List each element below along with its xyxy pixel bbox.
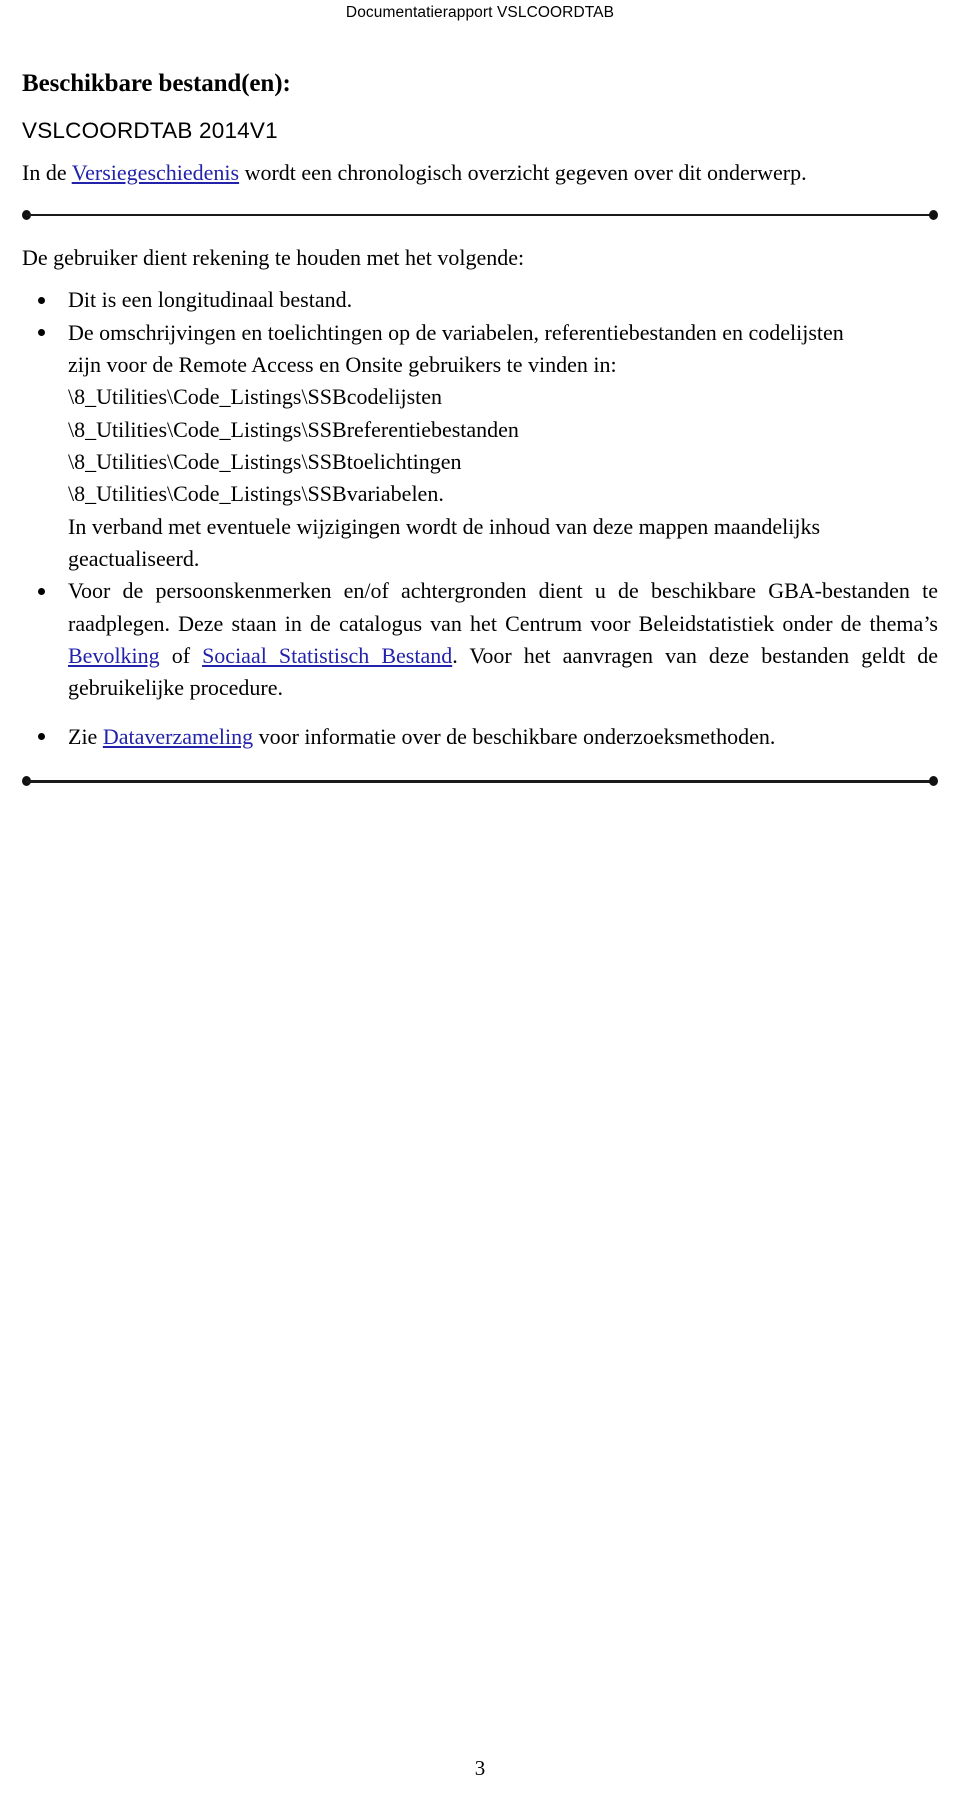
page-number: 3	[474, 1756, 486, 1780]
file-name: VSLCOORDTAB 2014V1	[22, 117, 278, 143]
page-content: Beschikbare bestand(en): VSLCOORDTAB 201…	[22, 70, 938, 789]
code-listing-path-1: \8_Utilities\Code_Listings\SSBcodelijste…	[68, 384, 443, 410]
code-listing-path-4: \8_Utilities\Code_Listings\SSBvariabelen…	[68, 481, 444, 507]
dataverzameling-text-2: voor informatie over de beschikbare onde…	[253, 723, 776, 749]
link-versiegeschiedenis[interactable]: Versiegeschiedenis	[72, 160, 239, 185]
bullet-icon	[38, 297, 45, 304]
list-item-dataverzameling: Zie Dataverzameling voor informatie over…	[22, 721, 938, 753]
bullet-icon	[38, 587, 45, 595]
persoonskenmerken-text-between: of	[159, 643, 203, 669]
link-bevolking[interactable]: Bevolking	[68, 643, 160, 668]
dataverzameling-text-1: Zie	[68, 723, 103, 749]
running-header: Documentatierapport VSLCOORDTAB	[345, 4, 615, 21]
divider-bottom	[22, 773, 938, 789]
version-history-line: In de Versiegeschiedenis wordt een chron…	[22, 158, 938, 187]
bullet-icon	[38, 329, 45, 337]
page-title: Beschikbare bestand(en):	[22, 70, 291, 97]
notice-lead: De gebruiker dient rekening te houden me…	[22, 244, 525, 270]
list-item-label: Dit is een longitudinaal bestand.	[68, 287, 353, 313]
divider-top	[22, 207, 938, 223]
omschrijvingen-line-1: De omschrijvingen en toelichtingen op de…	[68, 319, 844, 345]
code-listing-path-2: \8_Utilities\Code_Listings\SSBreferentie…	[68, 416, 519, 442]
notice-bullet-list: Dit is een longitudinaal bestand. De oms…	[22, 284, 938, 753]
version-history-text-after: wordt een chronologisch overzicht gegeve…	[239, 159, 807, 185]
omschrijvingen-line-2: zijn voor de Remote Access en Onsite geb…	[68, 352, 617, 378]
document-page: Documentatierapport VSLCOORDTAB Beschikb…	[0, 0, 960, 1804]
bullet-icon	[38, 733, 45, 741]
version-history-text-before: In de	[22, 159, 72, 185]
code-listing-path-3: \8_Utilities\Code_Listings\SSBtoelichtin…	[68, 449, 462, 475]
divider-line	[26, 780, 934, 783]
divider-dot-right	[929, 209, 938, 220]
omschrijvingen-line-3: In verband met eventuele wijzigingen wor…	[68, 513, 821, 539]
link-sociaal-statistisch-bestand[interactable]: Sociaal Statistisch Bestand	[202, 643, 452, 668]
divider-dot-right	[929, 776, 938, 787]
list-item-omschrijvingen: De omschrijvingen en toelichtingen op de…	[22, 317, 938, 576]
link-dataverzameling[interactable]: Dataverzameling	[103, 724, 253, 749]
divider-line	[26, 213, 934, 217]
omschrijvingen-line-4: geactualiseerd.	[68, 546, 200, 572]
list-item-persoonskenmerken: Voor de persoonskenmerken en/of achtergr…	[22, 575, 938, 704]
list-item-longitudinaal: Dit is een longitudinaal bestand.	[22, 284, 938, 316]
persoonskenmerken-text-1: Voor de persoonskenmerken en/of achtergr…	[68, 578, 938, 636]
